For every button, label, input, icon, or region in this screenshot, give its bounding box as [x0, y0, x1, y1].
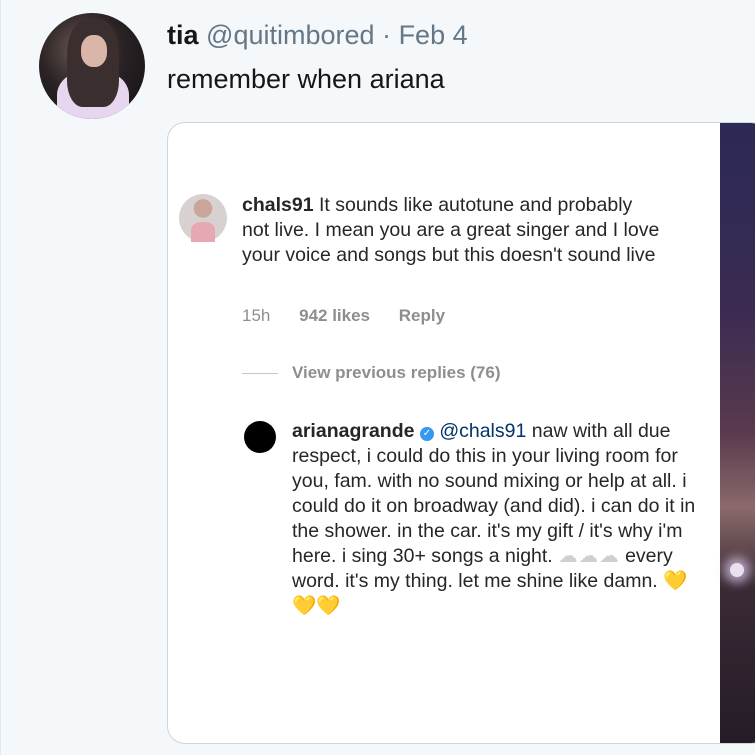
tweet-date[interactable]: Feb 4	[399, 20, 468, 50]
stage-light	[730, 563, 744, 577]
separator-dot: ·	[382, 20, 392, 50]
commenter-avatar-shirt	[191, 222, 215, 242]
tweet-container: tia @quitimbored · Feb 4 remember when a…	[0, 0, 755, 755]
tweet-header: tia @quitimbored · Feb 4	[167, 18, 468, 52]
video-frame-edge	[720, 123, 755, 743]
comment-time: 15h	[242, 306, 271, 325]
reply-mention: @chals91	[439, 420, 527, 442]
comment-reply: Reply	[398, 306, 446, 325]
instagram-reply: arianagrande ✓ @chals91 naw with all due…	[292, 419, 702, 619]
view-previous-label: View previous replies (76)	[292, 363, 501, 382]
verified-badge-icon: ✓	[419, 427, 434, 441]
user-handle[interactable]: @quitimbored	[206, 20, 375, 50]
reply-avatar	[244, 421, 276, 453]
avatar[interactable]	[39, 13, 145, 119]
comment-meta: 15h 942 likes Reply	[242, 306, 469, 326]
divider-line	[242, 373, 278, 375]
instagram-comment: chals91 It sounds like autotune and prob…	[242, 193, 662, 268]
tweet-media-screenshot[interactable]: chals91 It sounds like autotune and prob…	[167, 122, 755, 744]
cloud-emoji-icon: ☁☁☁	[558, 545, 620, 567]
comment-likes: 942 likes	[299, 306, 371, 325]
comment-username: chals91	[242, 194, 314, 216]
reply-username: arianagrande	[292, 420, 415, 442]
tweet-text: remember when ariana	[167, 64, 445, 94]
avatar-face	[81, 35, 107, 67]
view-previous-replies: View previous replies (76)	[242, 363, 501, 383]
display-name[interactable]: tia	[167, 20, 199, 50]
commenter-avatar	[179, 194, 227, 242]
